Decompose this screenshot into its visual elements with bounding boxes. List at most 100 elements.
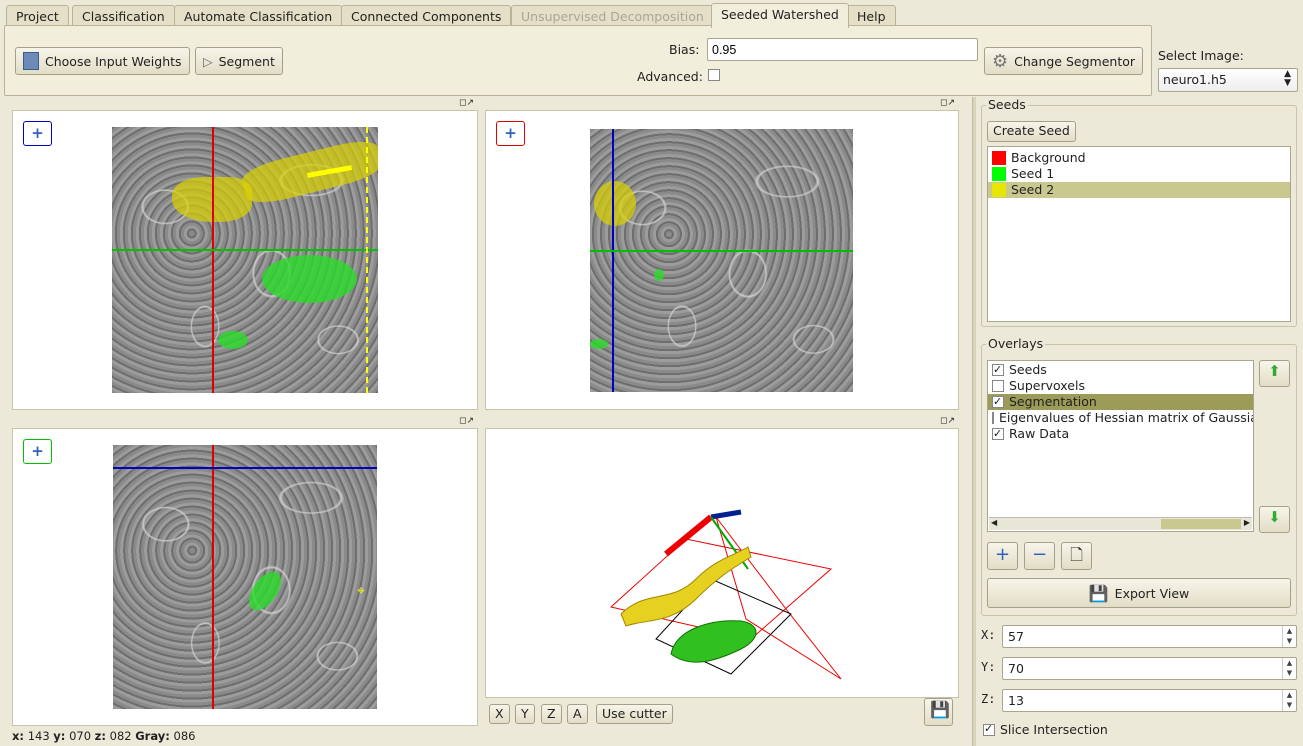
arrow-down-icon: ⬇	[1268, 508, 1281, 526]
spin-arrows-icon[interactable]: ▲ ▼	[1282, 658, 1296, 679]
scroll-left-icon[interactable]: ◀	[991, 518, 997, 527]
scroll-right-icon[interactable]: ▶	[1244, 518, 1250, 527]
overlay-label: Supervoxels	[1009, 378, 1085, 393]
slice-plane	[715, 516, 842, 680]
overlay-checkbox[interactable]	[992, 394, 1004, 410]
seed-label: Seed 2	[1011, 182, 1055, 197]
gear-icon: ⚙	[992, 50, 1009, 72]
viewer-bottom-left[interactable]: + ⌖	[12, 428, 478, 726]
x-coord-label: X:	[981, 628, 996, 642]
advanced-checkbox[interactable]	[708, 69, 720, 81]
status-x-label: x:	[12, 729, 25, 743]
seed-1-region	[218, 331, 248, 349]
export-view-label: Export View	[1114, 585, 1190, 601]
change-segmentor-button[interactable]: ⚙ Change Segmentor	[984, 47, 1144, 75]
overlay-label: Segmentation	[1009, 394, 1097, 409]
tab-label: Project	[16, 9, 59, 24]
move-up-button[interactable]: ⬆	[1259, 360, 1290, 387]
view-x-button[interactable]: X	[489, 704, 510, 724]
select-image-value: neuro1.h5	[1163, 72, 1227, 87]
seed-item-seed-1[interactable]: Seed 1	[988, 166, 1290, 182]
minus-icon: −	[1031, 544, 1048, 565]
seed-1-mesh	[670, 620, 757, 663]
bias-input[interactable]	[707, 38, 978, 61]
status-y-label: y:	[53, 729, 66, 743]
segment-label: Segment	[218, 53, 275, 69]
slice-image[interactable]	[112, 127, 378, 393]
overlay-checkbox[interactable]	[992, 412, 994, 424]
spin-arrows-icon[interactable]: ▲ ▼	[1282, 626, 1296, 647]
splitter[interactable]	[972, 97, 976, 746]
overlay-checkbox[interactable]	[992, 380, 1004, 392]
view-y-label: Y	[521, 706, 529, 721]
color-swatch	[992, 167, 1006, 181]
tab-classification[interactable]: Classification	[72, 5, 175, 27]
z-coord-label: Z:	[981, 692, 996, 706]
add-view-icon[interactable]: +	[23, 121, 52, 146]
tab-bar: Project Classification Automate Classifi…	[0, 0, 1303, 28]
slice-image[interactable]: ⌖	[113, 445, 377, 709]
y-coord-spinbox[interactable]: 70 ▲ ▼	[1002, 657, 1297, 680]
maximize-icon[interactable]: ◻↗	[940, 417, 955, 426]
slice-image[interactable]	[590, 129, 853, 392]
view-y-button[interactable]: Y	[515, 704, 535, 724]
view-z-button[interactable]: Z	[541, 704, 562, 724]
seed-item-background[interactable]: Background	[988, 150, 1290, 166]
status-gray-label: Gray:	[135, 729, 170, 743]
updown-icon: ▲ ▼	[1284, 69, 1291, 88]
view-a-button[interactable]: A	[567, 704, 588, 724]
tab-seeded-watershed[interactable]: Seeded Watershed	[711, 3, 849, 28]
segment-button[interactable]: ▷ Segment	[195, 47, 283, 75]
maximize-icon[interactable]: ◻↗	[940, 99, 955, 108]
tab-unsupervised-decomposition: Unsupervised Decomposition	[511, 5, 714, 27]
viewer-top-left[interactable]: +	[12, 110, 478, 410]
remove-overlay-button[interactable]: −	[1024, 542, 1055, 570]
tab-label: Seeded Watershed	[721, 7, 839, 22]
color-swatch	[992, 183, 1006, 197]
overlay-item-raw-data[interactable]: Raw Data	[988, 426, 1253, 442]
overlay-item-supervoxels[interactable]: Supervoxels	[988, 378, 1253, 394]
y-coord-label: Y:	[981, 660, 996, 674]
export-view-button[interactable]: 💾 Export View	[987, 578, 1291, 608]
viewer-top-right[interactable]: +	[485, 110, 959, 410]
x-coord-spinbox[interactable]: 57 ▲ ▼	[1002, 625, 1297, 648]
add-view-icon[interactable]: +	[23, 439, 52, 464]
use-cutter-button[interactable]: Use cutter	[596, 704, 673, 724]
tab-automate-classification[interactable]: Automate Classification	[174, 5, 343, 27]
slice-intersection-checkbox[interactable]	[983, 722, 995, 736]
plus-icon: +	[994, 544, 1011, 565]
export-3d-button[interactable]: 💾	[924, 698, 953, 726]
z-coord-value: 13	[1008, 693, 1024, 708]
tab-connected-components[interactable]: Connected Components	[341, 5, 512, 27]
viewer-3d[interactable]	[485, 428, 959, 698]
spin-arrows-icon[interactable]: ▲ ▼	[1282, 690, 1296, 711]
maximize-icon[interactable]: ◻↗	[459, 417, 474, 426]
z-coord-spinbox[interactable]: 13 ▲ ▼	[1002, 689, 1297, 712]
select-image-dropdown[interactable]: neuro1.h5 ▲ ▼	[1158, 68, 1298, 92]
scroll-thumb[interactable]	[1161, 519, 1241, 529]
horizontal-scrollbar[interactable]: ◀ ▶	[989, 517, 1252, 530]
tab-label: Unsupervised Decomposition	[521, 9, 704, 24]
choose-input-weights-button[interactable]: Choose Input Weights	[15, 47, 190, 75]
document-icon	[23, 52, 39, 70]
maximize-icon[interactable]: ◻↗	[459, 99, 474, 108]
overlay-label: Seeds	[1009, 362, 1047, 377]
add-view-icon[interactable]: +	[496, 121, 525, 146]
overlay-properties-button[interactable]: 🗋	[1061, 542, 1092, 570]
overlay-checkbox[interactable]	[992, 426, 1004, 442]
seed-2-mesh	[620, 546, 752, 627]
overlay-item-seeds[interactable]: Seeds	[988, 362, 1253, 378]
move-down-button[interactable]: ⬇	[1259, 506, 1290, 533]
crosshair-horizontal	[112, 249, 378, 251]
overlay-item-segmentation[interactable]: Segmentation	[988, 394, 1253, 410]
tab-project[interactable]: Project	[6, 5, 69, 27]
tab-help[interactable]: Help	[847, 5, 896, 27]
seed-item-seed-2[interactable]: Seed 2	[988, 182, 1290, 198]
add-overlay-button[interactable]: +	[987, 542, 1018, 570]
create-seed-button[interactable]: Create Seed	[987, 121, 1076, 142]
crosshair-vertical	[212, 127, 214, 393]
overlay-checkbox[interactable]	[992, 362, 1004, 378]
change-segmentor-label: Change Segmentor	[1014, 53, 1136, 69]
overlay-item-eigenvalues[interactable]: Eigenvalues of Hessian matrix of Gaussia	[988, 410, 1253, 426]
seeds-title: Seeds	[986, 97, 1028, 112]
